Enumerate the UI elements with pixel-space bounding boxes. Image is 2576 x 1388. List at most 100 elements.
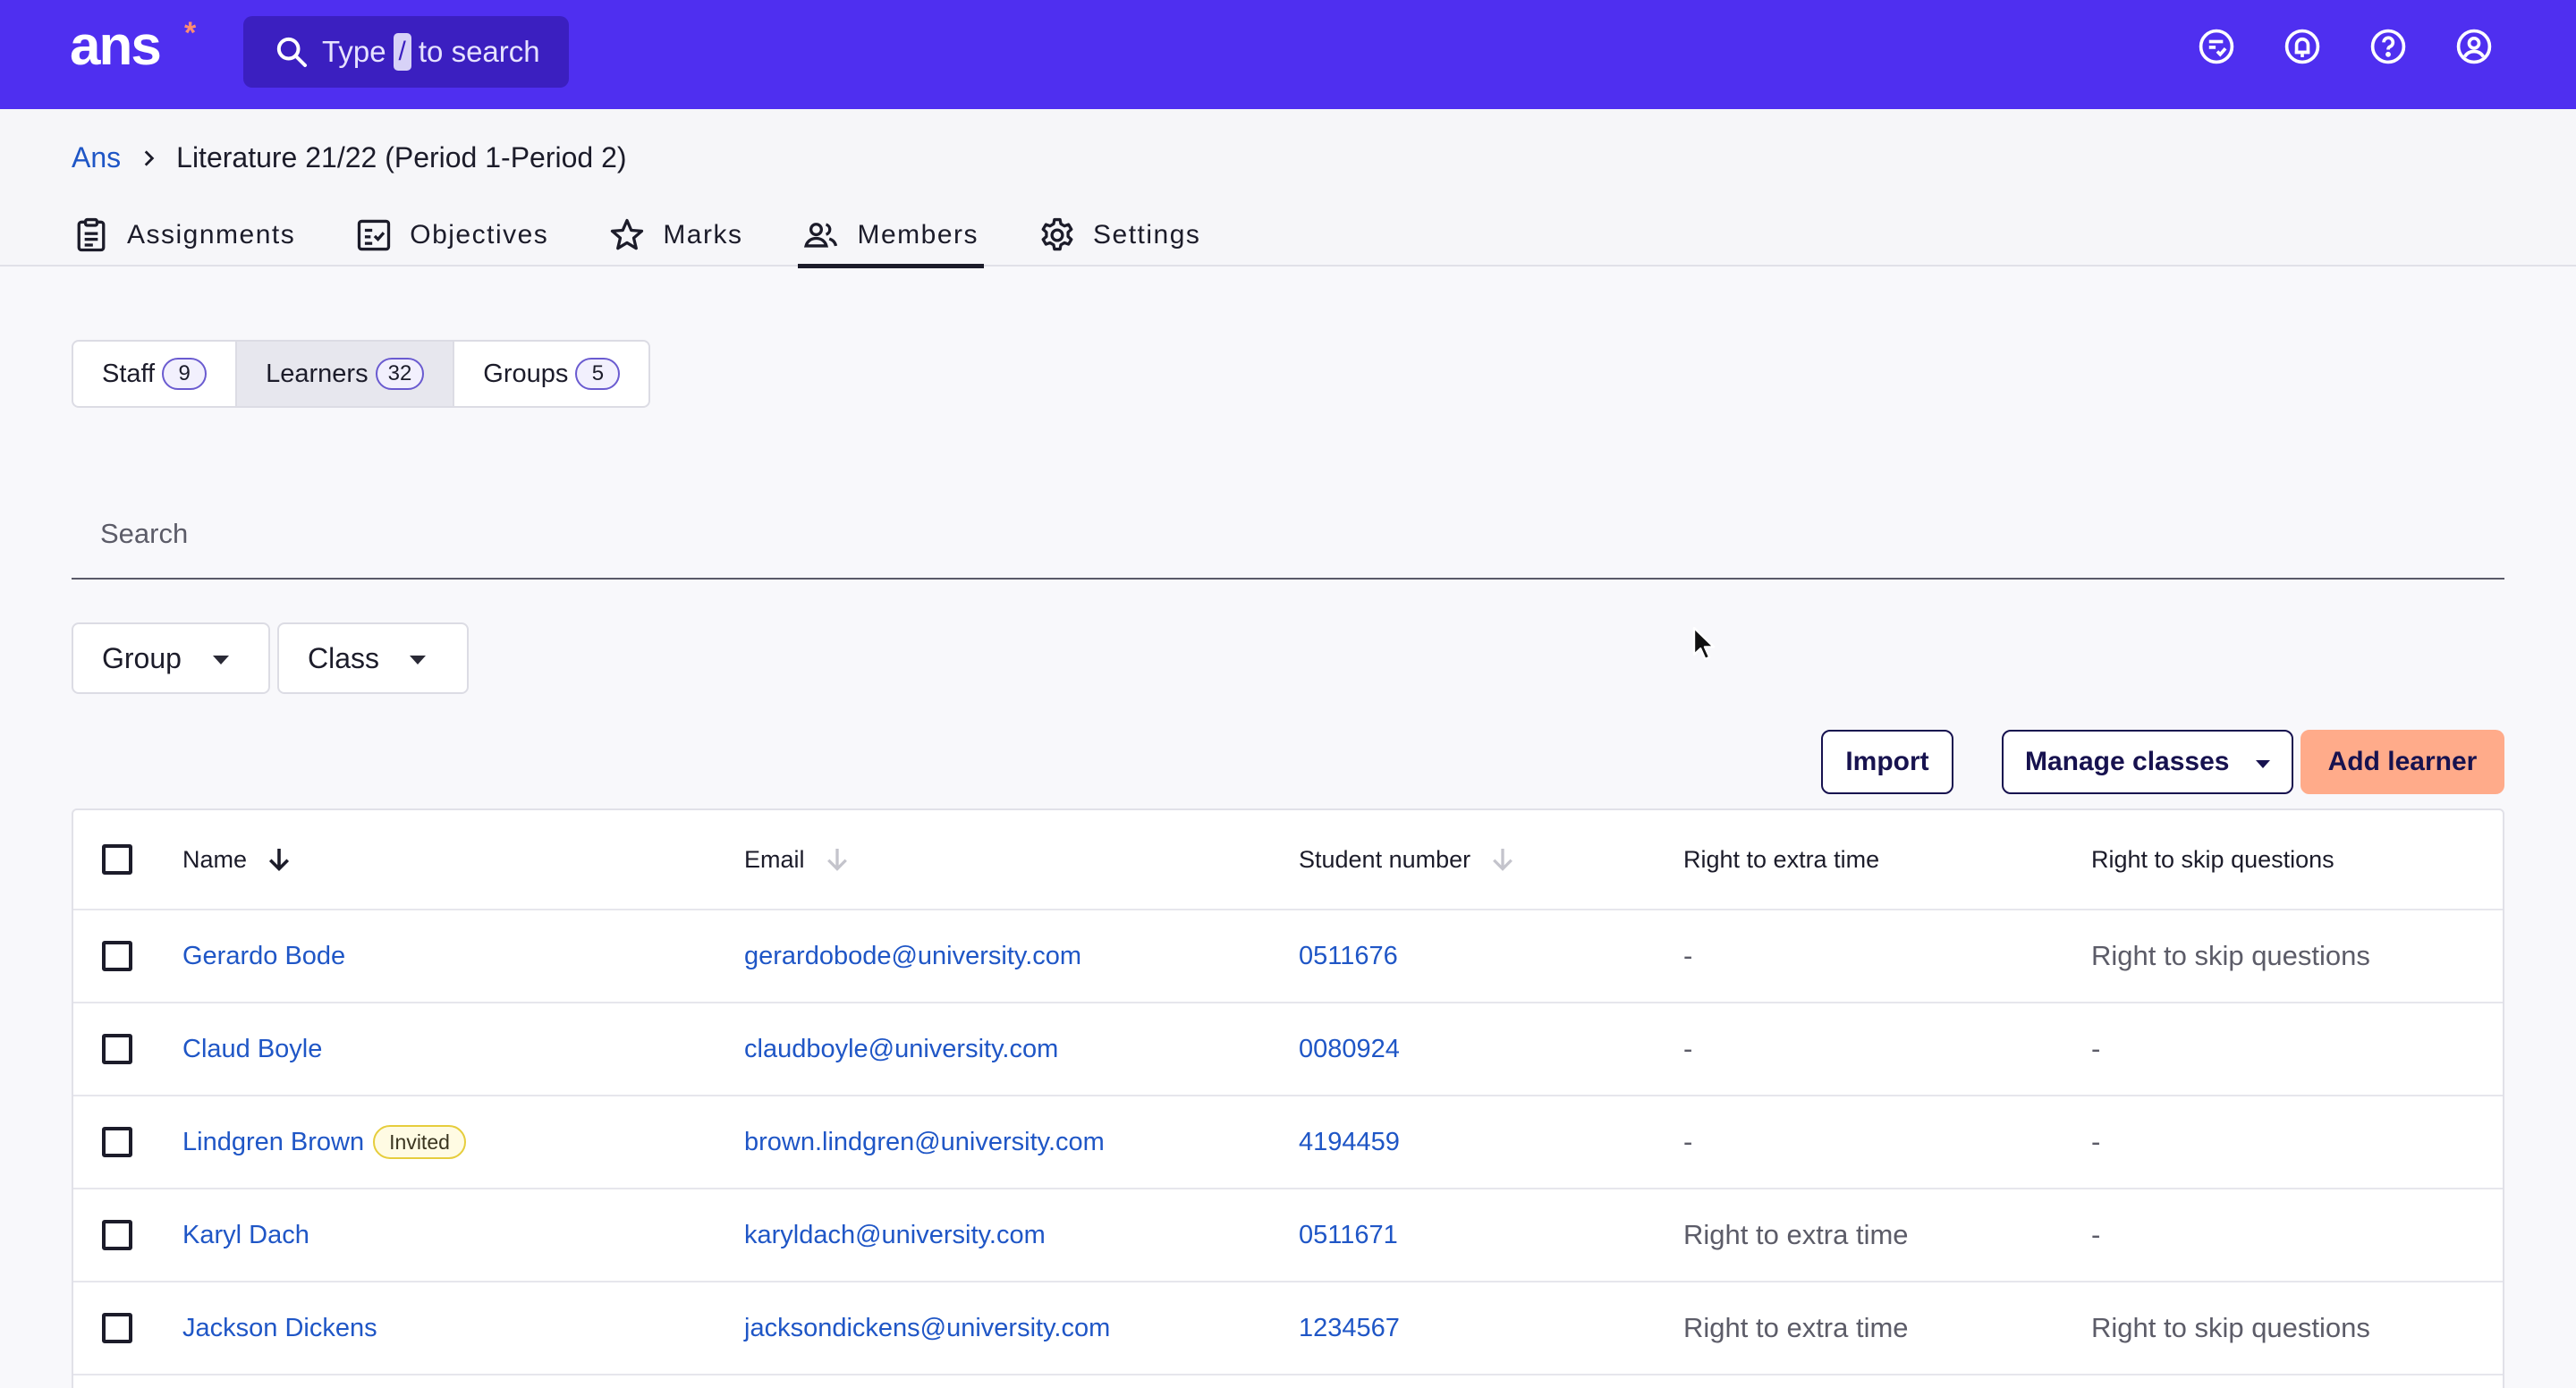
member-search [72, 490, 2504, 580]
learner-email-link[interactable]: brown.lindgren@university.com [744, 1128, 1105, 1157]
star-icon [611, 218, 644, 250]
column-header-student-number[interactable]: Student number [1299, 810, 1519, 909]
arrow-down-icon[interactable] [821, 843, 853, 876]
column-name-label: Name [182, 845, 248, 873]
learners-count-badge: 32 [375, 358, 425, 390]
group-filter-dropdown[interactable]: Group [72, 622, 270, 694]
breadcrumb-current: Literature 21/22 (Period 1-Period 2) [176, 141, 627, 174]
learner-name-link[interactable]: Gerardo Bode [182, 942, 345, 971]
segment-learners[interactable]: Learners 32 [235, 342, 453, 406]
row-checkbox[interactable] [102, 1127, 132, 1157]
notification-bell-icon[interactable] [2283, 27, 2322, 66]
extra-time-value: Right to extra time [1683, 1312, 1909, 1343]
arrow-down-icon[interactable] [1487, 843, 1519, 876]
table-row: Gerardo Bode gerardobode@university.com … [73, 910, 2503, 1003]
caret-down-icon [410, 656, 426, 664]
import-button[interactable]: Import [1821, 730, 1953, 794]
search-suffix: to search [418, 35, 540, 68]
breadcrumb-root-link[interactable]: Ans [72, 141, 121, 174]
learner-email-link[interactable]: karyldach@university.com [744, 1221, 1046, 1250]
clipboard-icon [77, 217, 106, 252]
column-student-number-label: Student number [1299, 845, 1471, 873]
mouse-pointer-icon [1692, 626, 1716, 661]
tab-assignments[interactable]: Assignments [72, 204, 295, 267]
table-row: Claud Boyle claudboyle@university.com 00… [73, 1003, 2503, 1096]
tab-marks[interactable]: Marks [607, 204, 742, 267]
extra-time-value: - [1683, 1126, 1693, 1157]
column-extra-time-label: Right to extra time [1683, 845, 1880, 873]
chat-check-icon[interactable] [2197, 27, 2236, 66]
tab-assignments-label: Assignments [127, 220, 296, 250]
table-row: Jackson Dickens jacksondickens@universit… [73, 1282, 2503, 1375]
class-filter-label: Class [308, 641, 380, 674]
gear-icon [1041, 217, 1073, 251]
group-filter-label: Group [102, 641, 182, 674]
learner-student-number-link[interactable]: 0511676 [1299, 942, 1398, 971]
learner-email-link[interactable]: claudboyle@university.com [744, 1035, 1058, 1064]
learner-student-number-link[interactable]: 1234567 [1299, 1314, 1400, 1343]
course-header: Ans Literature 21/22 (Period 1-Period 2)… [0, 109, 2576, 268]
manage-classes-button[interactable]: Manage classes [2002, 730, 2293, 794]
segment-groups-label: Groups [483, 359, 569, 388]
learner-name-link[interactable]: Karyl Dach [182, 1221, 309, 1250]
class-filter-dropdown[interactable]: Class [277, 622, 469, 694]
tab-settings[interactable]: Settings [1038, 204, 1200, 267]
skip-questions-value: - [2091, 1219, 2101, 1250]
learner-name-link[interactable]: Claud Boyle [182, 1035, 322, 1064]
arrow-down-icon[interactable] [263, 843, 295, 876]
chevron-right-icon [144, 149, 155, 166]
caret-down-icon [213, 656, 229, 664]
help-icon[interactable] [2368, 27, 2408, 66]
member-type-switch: Staff 9 Learners 32 Groups 5 [72, 340, 651, 408]
segment-learners-label: Learners [266, 359, 369, 388]
row-checkbox[interactable] [102, 941, 132, 971]
select-all-checkbox[interactable] [102, 844, 132, 875]
tab-marks-label: Marks [663, 220, 743, 250]
top-bar: ans * Type / to search [0, 0, 2576, 109]
people-icon [804, 223, 838, 248]
skip-questions-value: Right to skip questions [2091, 1312, 2370, 1343]
course-tabs: Assignments Objectives Marks Members Set… [72, 204, 1259, 268]
learner-student-number-link[interactable]: 4194459 [1299, 1128, 1400, 1157]
account-icon[interactable] [2454, 27, 2494, 66]
tab-settings-label: Settings [1093, 220, 1201, 250]
logo-text: ans [70, 15, 162, 77]
table-row: Lindgren Brown Invited brown.lindgren@un… [73, 1096, 2503, 1189]
learner-email-link[interactable]: jacksondickens@university.com [744, 1314, 1110, 1343]
member-search-input[interactable] [72, 490, 2504, 578]
global-search-button[interactable]: Type / to search [243, 16, 569, 88]
row-checkbox[interactable] [102, 1313, 132, 1343]
segment-staff[interactable]: Staff 9 [73, 342, 235, 406]
column-header-email[interactable]: Email [744, 810, 853, 909]
search-shortcut-key: / [393, 33, 411, 71]
skip-questions-value: - [2091, 1126, 2101, 1157]
skip-questions-value: - [2091, 1033, 2101, 1064]
table-header-row: Name Email Student number Right to extra… [73, 810, 2503, 910]
caret-down-icon [2256, 760, 2270, 768]
skip-questions-value: Right to skip questions [2091, 940, 2370, 971]
search-prefix: Type [322, 35, 386, 68]
invited-status-badge: Invited [373, 1125, 466, 1159]
tab-members[interactable]: Members [798, 204, 984, 268]
staff-count-badge: 9 [162, 358, 208, 390]
manage-classes-label: Manage classes [2025, 747, 2230, 776]
segment-staff-label: Staff [102, 359, 156, 388]
extra-time-value: - [1683, 1033, 1693, 1064]
row-checkbox[interactable] [102, 1034, 132, 1064]
learner-name-link[interactable]: Jackson Dickens [182, 1314, 377, 1343]
tab-objectives[interactable]: Objectives [354, 204, 548, 267]
learner-student-number-link[interactable]: 0511671 [1299, 1221, 1398, 1250]
ans-logo[interactable]: ans * [70, 16, 196, 74]
groups-count-badge: 5 [575, 358, 621, 390]
segment-groups[interactable]: Groups 5 [453, 342, 648, 406]
add-learner-button[interactable]: Add learner [2301, 730, 2504, 794]
learner-email-link[interactable]: gerardobode@university.com [744, 942, 1081, 971]
table-row: Karyl Dach karyldach@university.com 0511… [73, 1189, 2503, 1282]
logo-star: * [184, 16, 197, 50]
column-header-name[interactable]: Name [182, 810, 295, 909]
column-email-label: Email [744, 845, 805, 873]
learner-name-link[interactable]: Lindgren Brown [182, 1128, 364, 1157]
extra-time-value: Right to extra time [1683, 1219, 1909, 1250]
learner-student-number-link[interactable]: 0080924 [1299, 1035, 1400, 1064]
row-checkbox[interactable] [102, 1220, 132, 1250]
